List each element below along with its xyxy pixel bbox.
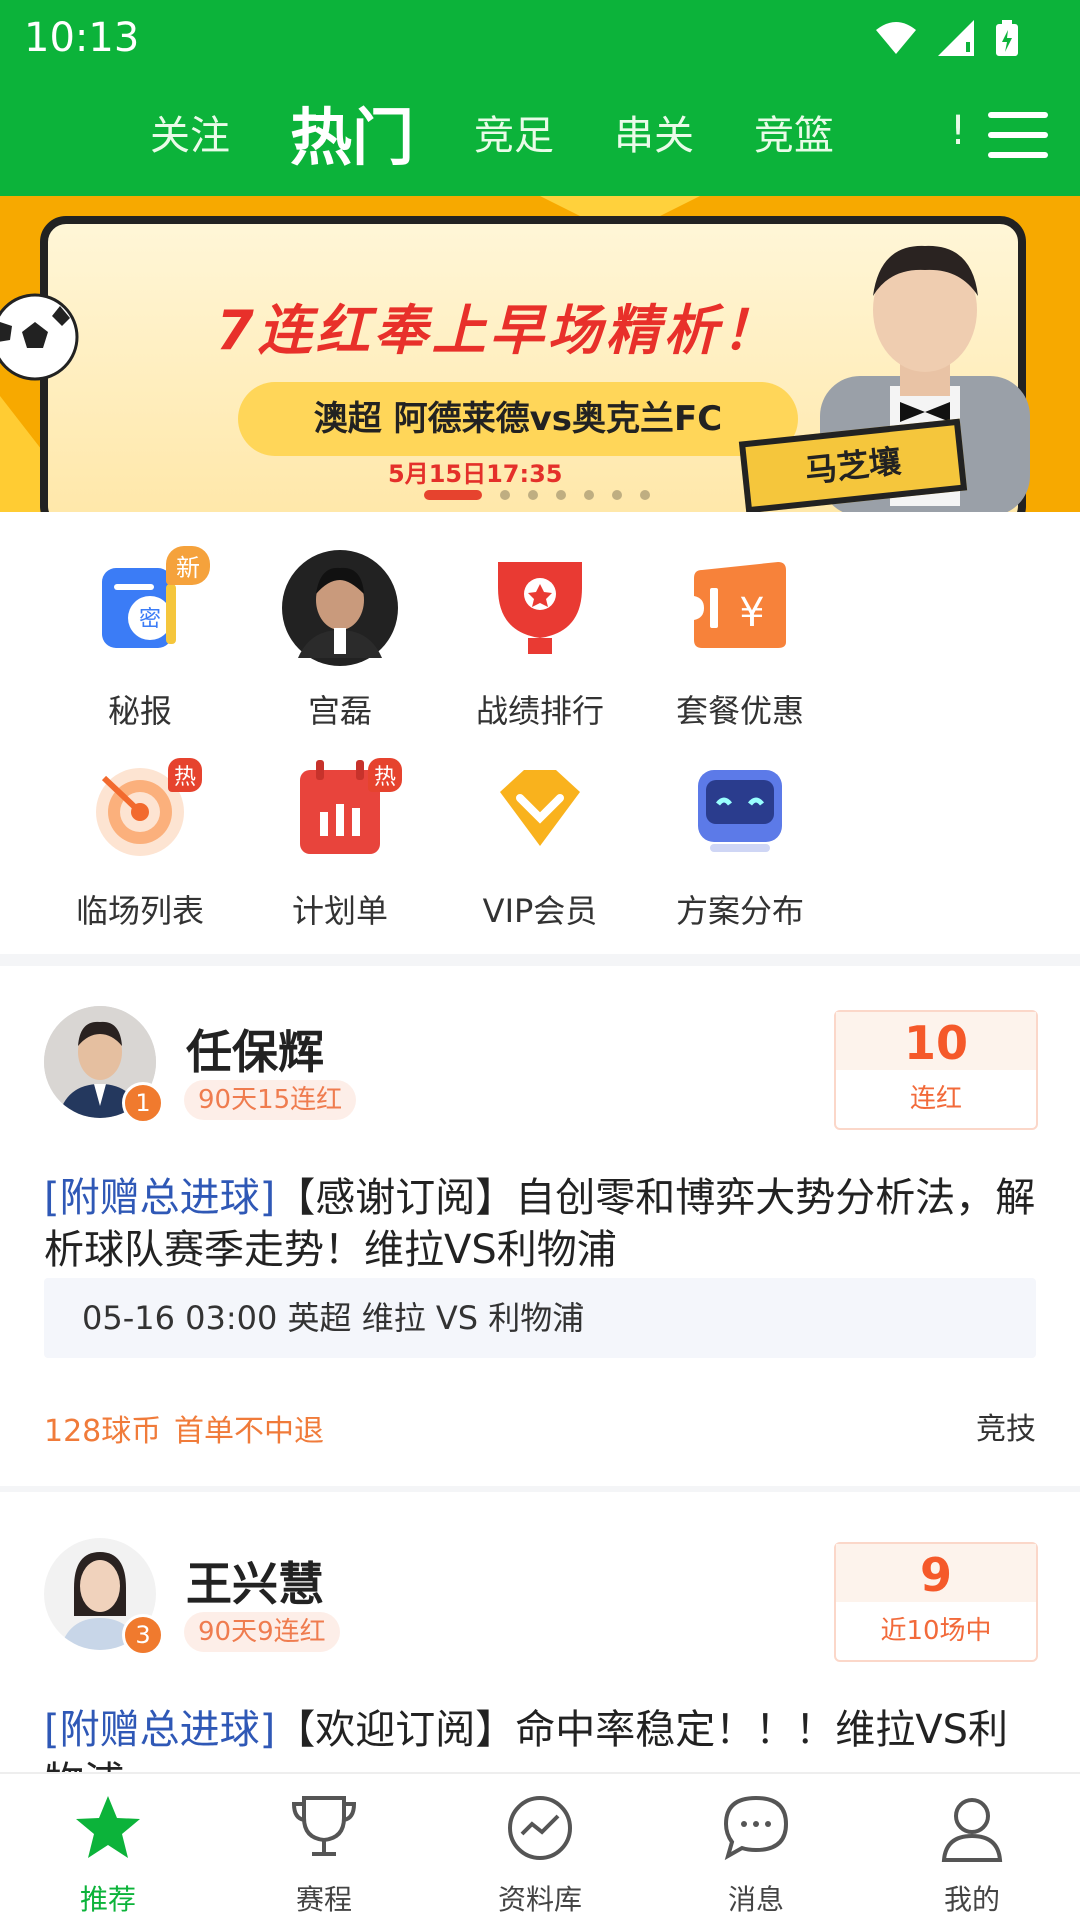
carousel-dot[interactable] <box>584 490 594 500</box>
refund-tag: 首单不中退 <box>174 1414 324 1449</box>
tab-basketball-lottery[interactable]: 竞篮 <box>754 103 834 161</box>
tab-football-lottery[interactable]: 竞足 <box>474 103 554 161</box>
grid-label: 宫磊 <box>307 692 372 730</box>
grid-label: 计划单 <box>291 892 388 930</box>
plan-tag: [附赠总进球] <box>44 1175 276 1221</box>
status-time: 10:13 <box>24 15 140 61</box>
status-icons <box>874 10 1020 66</box>
nav-schedule[interactable]: 赛程 <box>216 1774 432 1922</box>
category-label: 竞技 <box>976 1412 1036 1447</box>
top-header: 10:13 关注 热门 竞足 串关 竞篮 ! <box>0 0 1080 196</box>
stat-number: 9 <box>836 1544 1036 1602</box>
new-badge: 新 <box>166 546 210 585</box>
carousel-dot[interactable] <box>500 490 510 500</box>
grid-label: 方案分布 <box>675 892 804 930</box>
nav-label: 我的 <box>943 1883 1000 1916</box>
hot-badge: 热 <box>367 758 402 792</box>
avatar <box>282 550 398 666</box>
coupon-icon: ¥ <box>694 562 786 648</box>
hot-badge: 热 <box>167 758 202 792</box>
chat-bubble-icon <box>723 1795 789 1861</box>
battery-icon <box>996 20 1018 56</box>
carousel-dot-active[interactable] <box>424 490 482 500</box>
stat-label: 连红 <box>909 1084 962 1114</box>
plan-tag: [附赠总进球] <box>44 1707 276 1753</box>
nav-messages[interactable]: 消息 <box>648 1774 864 1922</box>
nav-recommend[interactable]: 推荐 <box>0 1774 216 1922</box>
expert-card[interactable]: 3 王兴慧 90天9连红 9 近10场中 [附赠总进球]【欢迎订阅】命中率稳定！… <box>0 1538 1080 1772</box>
wifi-icon <box>876 22 916 54</box>
carousel-dot[interactable] <box>528 490 538 500</box>
nav-label: 推荐 <box>79 1883 136 1916</box>
stat-box: 9 近10场中 <box>834 1542 1038 1662</box>
banner-match: 澳超 阿德莱德vs奥克兰FC <box>238 382 798 456</box>
tab-follow[interactable]: 关注 <box>150 103 230 161</box>
rank-badge: 3 <box>122 1614 164 1656</box>
expert-name: 任保辉 <box>186 1025 324 1079</box>
svg-text:¥: ¥ <box>739 590 764 636</box>
tab-hot[interactable]: 热门 <box>290 87 414 177</box>
nav-database[interactable]: 资料库 <box>432 1774 648 1922</box>
tab-parlay[interactable]: 串关 <box>614 103 694 161</box>
svg-text:密: 密 <box>139 607 161 632</box>
nav-label: 资料库 <box>497 1883 582 1916</box>
nav-profile[interactable]: 我的 <box>864 1774 1080 1922</box>
banner-date: 5月15日17:35 <box>388 460 563 488</box>
expert-name: 王兴慧 <box>186 1557 324 1611</box>
grid-label: 秘报 <box>107 692 172 730</box>
match-text: 05-16 03:00 英超 维拉 VS 利物浦 <box>82 1299 585 1337</box>
tab-more[interactable]: ! <box>950 108 966 154</box>
carousel-dot[interactable] <box>640 490 650 500</box>
price: 128球币 <box>44 1414 162 1449</box>
soccer-ball-icon <box>0 293 79 381</box>
top-tabs: 关注 热门 竞足 串关 竞篮 <box>150 92 894 174</box>
menu-icon[interactable] <box>988 110 1048 160</box>
trophy-ranking-icon <box>498 562 582 654</box>
nav-label: 赛程 <box>295 1883 352 1916</box>
section-separator <box>0 954 1080 966</box>
trend-chart-icon <box>508 1796 572 1860</box>
user-icon <box>941 1798 1003 1862</box>
trophy-icon <box>291 1796 357 1856</box>
carousel-dot[interactable] <box>556 490 566 500</box>
promo-banner[interactable]: 7连红奉上早场精析！ 澳超 阿德莱德vs奥克兰FC 5月15日17:35 马芝壤 <box>0 196 1080 512</box>
signal-icon <box>938 20 974 56</box>
stat-label: 近10场中 <box>880 1616 992 1646</box>
nav-label: 消息 <box>727 1883 784 1916</box>
stat-box: 10 连红 <box>834 1010 1038 1130</box>
streak-tag: 90天9连红 <box>184 1612 340 1652</box>
star-icon <box>76 1796 140 1858</box>
grid-label: 战绩排行 <box>475 692 604 730</box>
match-info: 05-16 03:00 英超 维拉 VS 利物浦 <box>44 1278 1036 1358</box>
expert-card[interactable]: 1 任保辉 90天15连红 10 连红 [附赠总进球]【感谢订阅】自创零和博弈大… <box>0 1006 1080 1476</box>
banner-title: 7连红奉上早场精析！ <box>216 299 780 362</box>
rank-badge: 1 <box>122 1082 164 1124</box>
carousel-dots <box>424 490 650 500</box>
grid-label: VIP会员 <box>482 892 598 930</box>
robot-icon <box>698 770 782 852</box>
grid-label: 临场列表 <box>75 892 204 930</box>
bottom-nav: 推荐 赛程 资料库 消息 我的 <box>0 1772 1080 1922</box>
vip-diamond-icon <box>500 770 580 846</box>
streak-tag: 90天15连红 <box>184 1080 357 1120</box>
section-separator <box>0 1486 1080 1492</box>
plan-title[interactable]: [附赠总进球]【欢迎订阅】命中率稳定！！！维拉VS利物浦 <box>44 1704 1044 1772</box>
plan-title[interactable]: [附赠总进球]【感谢订阅】自创零和博弈大势分析法，解析球队赛季走势！维拉VS利物… <box>44 1172 1044 1276</box>
grid-label: 套餐优惠 <box>675 692 804 730</box>
stat-number: 10 <box>836 1012 1036 1070</box>
carousel-dot[interactable] <box>612 490 622 500</box>
